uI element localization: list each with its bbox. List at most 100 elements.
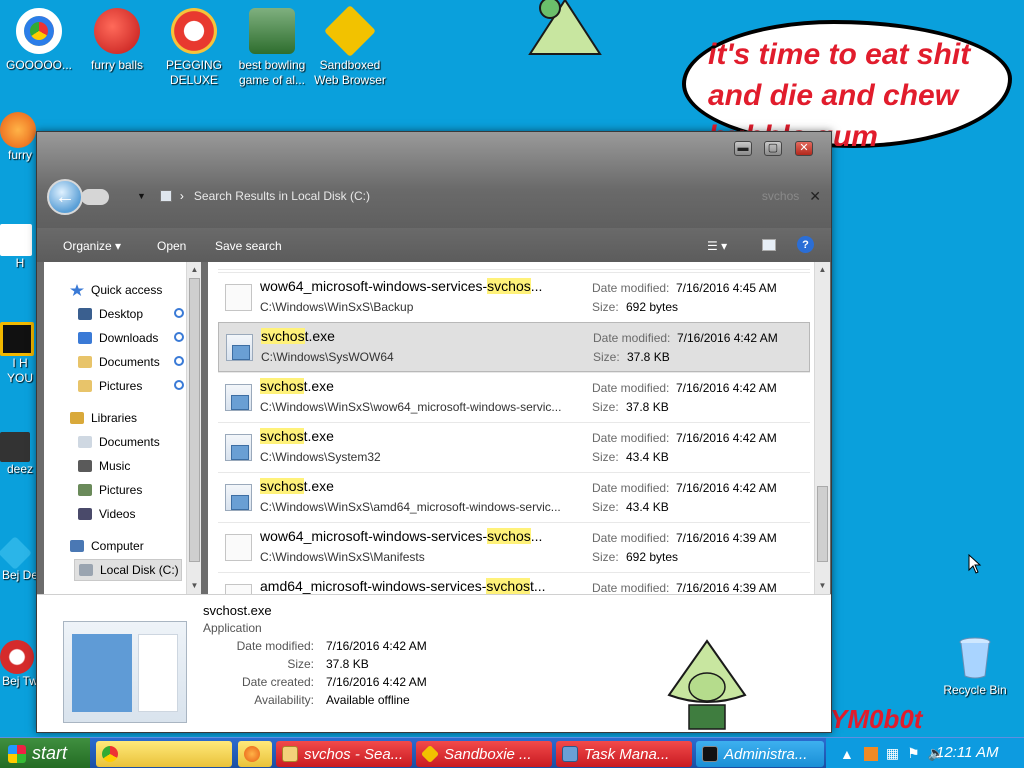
file-name: amd64_microsoft-windows-services-svchost… (260, 578, 578, 594)
scroll-down-icon[interactable]: ▼ (188, 578, 201, 593)
title-bar[interactable]: ▬ ▢ ✕ ← ▼ › Search Results in Local Disk… (37, 132, 831, 228)
desktop-icon-partial[interactable]: furry (0, 112, 40, 163)
nav-scrollbar-thumb[interactable] (189, 278, 200, 562)
tray-app-icon[interactable] (863, 746, 878, 761)
action-center-icon[interactable]: ⚑ (907, 745, 920, 762)
network-icon[interactable]: ▦ (886, 745, 899, 762)
taskbar-button-sandboxie[interactable]: Sandboxie ... (416, 741, 552, 767)
desktop-icon-partial[interactable]: I H YOU (0, 322, 40, 386)
preview-pane-icon[interactable] (762, 239, 776, 251)
search-input[interactable]: svchos (762, 189, 799, 203)
result-row[interactable]: wow64_microsoft-windows-services-svchos.… (218, 272, 810, 322)
music-icon (78, 460, 92, 472)
results-scrollbar[interactable]: ▲ ▼ (814, 262, 830, 594)
view-options-icon[interactable]: ☰ ▾ (707, 239, 727, 253)
size-label: Size: (592, 500, 619, 514)
nav-item-desktop[interactable]: Desktop (78, 304, 198, 324)
taskbar-button-task-manager[interactable]: Task Mana... (556, 741, 692, 767)
start-button[interactable]: start (0, 738, 90, 768)
desktop-icon-chrome[interactable]: GOOOOO... (0, 8, 78, 73)
nav-item-lib-pictures[interactable]: Pictures (78, 480, 142, 500)
windows-logo-icon (8, 744, 26, 763)
command-bar: Organize ▾ Open Save search ☰ ▾ ? (37, 228, 831, 262)
date-modified-label: Date modified: (592, 281, 670, 295)
pin-icon[interactable] (174, 308, 184, 318)
nav-scrollbar[interactable]: ▲ ▼ (186, 262, 201, 594)
taskbar-button-explorer[interactable]: svchos - Sea... (276, 741, 412, 767)
desktop-icon-furry-balls[interactable]: furry balls (78, 8, 156, 73)
nav-item-videos[interactable]: Videos (78, 504, 135, 524)
preview-page (138, 634, 178, 712)
results-scrollbar-thumb[interactable] (817, 486, 828, 562)
address-bar[interactable]: ▼ › Search Results in Local Disk (C:) sv… (137, 183, 827, 209)
organize-label: Organize (63, 239, 112, 253)
nav-item-label: Downloads (99, 331, 159, 345)
taskbar-button-cmd[interactable]: Administra... (696, 741, 824, 767)
speech-bubble-text: it's time to eat shit and die and chew b… (708, 38, 971, 146)
nav-item-lib-documents[interactable]: Documents (78, 432, 160, 452)
results-list: wow64_microsoft-windows-services-svchos.… (208, 262, 830, 594)
organize-button[interactable]: Organize ▾ (63, 239, 121, 253)
nav-item-local-disk[interactable]: Local Disk (C:) (74, 559, 182, 581)
file-name: svchost.exe (260, 478, 578, 494)
address-path[interactable]: Search Results in Local Disk (C:) (194, 189, 370, 203)
scroll-up-icon[interactable]: ▲ (816, 262, 829, 277)
nav-item-libraries[interactable]: Libraries (70, 408, 137, 428)
recent-locations-dropdown-icon[interactable]: ▼ (137, 191, 146, 201)
forward-button[interactable] (81, 189, 109, 205)
exe-icon (225, 384, 252, 411)
back-button[interactable]: ← (47, 179, 83, 215)
result-row[interactable]: svchost.exe C:\Windows\System32 Date mod… (218, 422, 810, 472)
desktop-icon-partial[interactable]: Bej De (0, 536, 40, 583)
date-modified-label: Date modified: (592, 431, 670, 445)
videos-icon (78, 508, 92, 520)
search-highlight: svchos (260, 378, 304, 394)
desktop-icon-bowling[interactable]: best bowling game of al... (233, 8, 311, 88)
scroll-down-icon[interactable]: ▼ (816, 578, 829, 593)
result-row[interactable]: wow64_microsoft-windows-services-svchos.… (218, 522, 810, 572)
pin-icon[interactable] (174, 332, 184, 342)
taskbar-button-label: Sandboxie ... (444, 745, 532, 763)
details-label: Size: (287, 657, 314, 671)
nav-item-documents[interactable]: Documents (78, 352, 198, 372)
nav-item-quick-access[interactable]: Quick access (70, 280, 162, 300)
breadcrumb-chevron-icon[interactable]: › (180, 189, 184, 203)
file-name-suffix: t... (529, 578, 546, 594)
result-row-selected[interactable]: svchost.exe C:\Windows\SysWOW64 Date mod… (218, 322, 810, 372)
show-hidden-icons-icon[interactable]: ▲ (840, 746, 854, 762)
file-path: C:\Windows\WinSxS\Backup (260, 300, 414, 314)
help-icon[interactable]: ? (797, 236, 814, 253)
desktop-icon-partial[interactable]: deez (0, 432, 40, 477)
taskbar-button-chrome[interactable] (96, 741, 232, 767)
desktop-icon-label: Recycle Bin (943, 683, 1007, 697)
result-row[interactable]: svchost.exe C:\Windows\WinSxS\amd64_micr… (218, 472, 810, 522)
taskbar-button-firefox[interactable] (238, 741, 272, 767)
desktop-icon-sandboxed-browser[interactable]: Sandboxed Web Browser (311, 4, 389, 88)
minimize-button[interactable]: ▬ (734, 141, 752, 156)
open-button[interactable]: Open (157, 239, 186, 253)
desktop-icon-partial[interactable]: H (0, 224, 40, 271)
window-preview-icon (72, 634, 132, 712)
desktop-icon-pegging-deluxe[interactable]: PEGGING DELUXE (155, 8, 233, 88)
maximize-button[interactable]: ▢ (764, 141, 782, 156)
pin-icon[interactable] (174, 356, 184, 366)
nav-item-downloads[interactable]: Downloads (78, 328, 198, 348)
clear-search-icon[interactable]: ✕ (809, 188, 821, 205)
file-name: svchost.exe (260, 428, 578, 444)
result-row[interactable]: amd64_microsoft-windows-services-svchost… (218, 572, 810, 594)
pin-icon[interactable] (174, 380, 184, 390)
taskbar-button-label: Administra... (724, 745, 808, 763)
nav-item-computer[interactable]: Computer (70, 536, 144, 556)
clock[interactable]: 12:11 AM (936, 744, 999, 761)
nav-item-label: Pictures (99, 379, 143, 393)
nav-item-music[interactable]: Music (78, 456, 130, 476)
file-path: C:\Windows\WinSxS\amd64_microsoft-window… (260, 500, 561, 514)
desktop-icon-recycle-bin[interactable]: Recycle Bin (940, 636, 1010, 697)
close-button[interactable]: ✕ (795, 141, 813, 156)
desktop-icon-partial[interactable]: Bej Tw (0, 640, 40, 689)
nav-item-pictures[interactable]: Pictures (78, 376, 198, 396)
result-row[interactable]: svchost.exe C:\Windows\WinSxS\wow64_micr… (218, 372, 810, 422)
scroll-up-icon[interactable]: ▲ (188, 262, 201, 277)
save-search-button[interactable]: Save search (215, 239, 282, 253)
firefox-icon (0, 112, 36, 148)
